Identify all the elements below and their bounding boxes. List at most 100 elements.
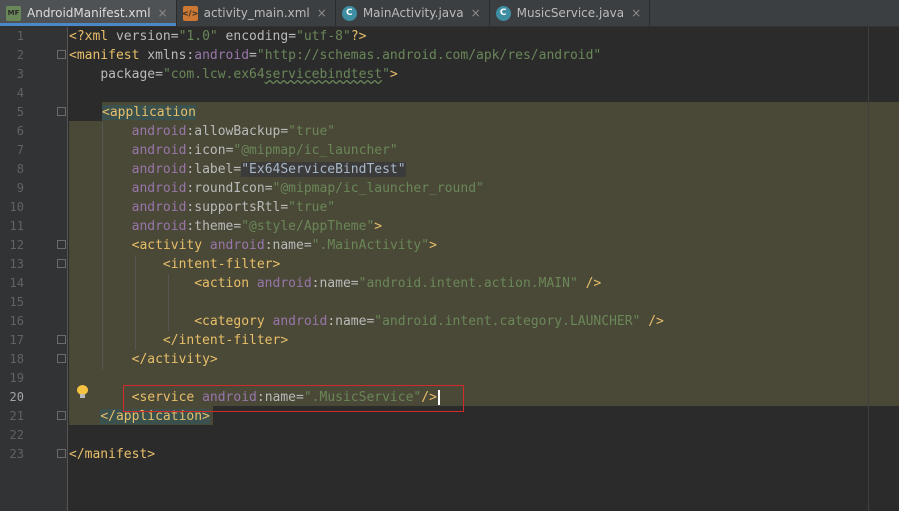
tag-close: > <box>389 67 398 82</box>
equals: = <box>303 238 312 253</box>
line-number: 7 <box>16 143 24 157</box>
fold-marker-icon[interactable] <box>57 335 66 344</box>
value-supports-rtl: "true" <box>288 200 336 215</box>
tag-self-close: /> <box>577 276 602 291</box>
value-theme: "@style/AppTheme" <box>241 219 375 234</box>
tab-label: MainActivity.java <box>362 6 464 20</box>
tag-close: > <box>374 219 383 234</box>
equals: = <box>288 29 297 44</box>
layout-file-icon: </> <box>182 5 198 21</box>
attr-round-icon: roundIcon <box>194 181 265 196</box>
equals: = <box>350 276 359 291</box>
line-number: 16 <box>9 314 24 328</box>
attr-name: name <box>272 238 304 253</box>
tag-self-close: /> <box>640 314 664 329</box>
value-category-launcher: "android.intent.category.LAUNCHER" <box>374 314 641 329</box>
line-number: 14 <box>9 276 24 290</box>
attr-label: label <box>194 162 234 177</box>
line-number: 8 <box>16 162 24 176</box>
code-line-18: </activity> <box>69 350 218 369</box>
code-line-13: <intent-filter> <box>69 255 280 274</box>
value-activity-name: ".MainActivity" <box>311 238 430 253</box>
category-tag: <category <box>194 314 265 329</box>
line-number: 12 <box>9 238 24 252</box>
code-line-6: android:allowBackup="true" <box>69 122 336 141</box>
line-number: 19 <box>9 371 24 385</box>
colon: : <box>264 238 273 253</box>
manifest-open-tag: <manifest <box>69 48 140 63</box>
value-round-icon: "@mipmap/ic_launcher_round" <box>272 181 484 196</box>
tab-activity-main[interactable]: </> activity_main.xml × <box>177 0 336 26</box>
tab-label: MusicService.java <box>516 6 625 20</box>
line-number-gutter[interactable]: 1 2 3 4 5 6 7 8 9 10 11 12 13 14 15 16 1… <box>0 27 68 511</box>
code-line-23: </manifest> <box>69 445 155 464</box>
line-number: 4 <box>16 86 24 100</box>
manifest-close-tag: </manifest> <box>69 447 156 462</box>
code-line-2: <manifest xmlns:android="http://schemas.… <box>69 46 601 65</box>
fold-marker-icon[interactable] <box>57 259 66 268</box>
tab-music-service[interactable]: C MusicService.java × <box>490 0 651 26</box>
fold-marker-icon[interactable] <box>57 411 66 420</box>
line-number: 11 <box>9 219 24 233</box>
value-package-end: " <box>382 67 390 82</box>
code-editor[interactable]: 1 2 3 4 5 6 7 8 9 10 11 12 13 14 15 16 1… <box>0 27 899 511</box>
line-number: 6 <box>16 124 24 138</box>
activity-open-tag: <activity <box>131 238 203 253</box>
close-icon[interactable]: × <box>471 6 481 20</box>
fold-marker-icon[interactable] <box>57 107 66 116</box>
fold-marker-icon[interactable] <box>57 449 66 458</box>
attr-version: version <box>108 29 171 44</box>
line-number: 22 <box>9 428 24 442</box>
tab-label: activity_main.xml <box>203 6 310 20</box>
fold-marker-icon[interactable] <box>57 240 66 249</box>
line-number: 15 <box>9 295 24 309</box>
code-line-3: package="com.lcw.ex64servicebindtest"> <box>69 65 398 84</box>
value-package: "com.lcw.ex64 <box>162 67 265 82</box>
code-line-17: </intent-filter> <box>69 331 288 350</box>
code-line-5: <application <box>102 103 196 122</box>
code-line-14: <action android:name="android.intent.act… <box>69 274 601 293</box>
annotation-highlight-box <box>123 385 464 412</box>
line-number: 13 <box>9 257 24 271</box>
tab-main-activity[interactable]: C MainActivity.java × <box>336 0 490 26</box>
java-class-icon: C <box>341 5 357 21</box>
equals: = <box>264 181 273 196</box>
value-label-resolved: "Ex64ServiceBindTest" <box>241 162 406 177</box>
namespace-android: android <box>131 200 187 215</box>
application-block-highlight <box>102 102 899 121</box>
code-line-12: <activity android:name=".MainActivity"> <box>69 236 437 255</box>
namespace-android: android <box>131 162 187 177</box>
line-number: 2 <box>16 48 24 62</box>
java-class-icon: C <box>495 5 511 21</box>
close-icon[interactable]: × <box>317 6 327 20</box>
xml-decl-open: <?xml <box>69 29 109 44</box>
line-number: 18 <box>9 352 24 366</box>
equals: = <box>170 29 179 44</box>
tab-label: AndroidManifest.xml <box>27 6 151 20</box>
value-xmlns: "http://schemas.android.com/apk/res/andr… <box>256 48 602 63</box>
line-number: 9 <box>16 181 24 195</box>
equals: = <box>280 200 289 215</box>
namespace-android: android <box>249 276 312 291</box>
value-encoding: "utf-8" <box>296 29 351 44</box>
line-number: 21 <box>9 409 24 423</box>
tag-close: > <box>429 238 437 253</box>
attr-theme: theme <box>194 219 234 234</box>
code-line-11: android:theme="@style/AppTheme"> <box>69 217 382 236</box>
namespace-android: android <box>131 219 187 234</box>
line-number: 23 <box>9 447 24 461</box>
close-icon[interactable]: × <box>631 6 641 20</box>
attr-encoding: encoding <box>217 29 289 44</box>
value-icon: "@mipmap/ic_launcher" <box>233 143 398 158</box>
intent-filter-close-tag: </intent-filter> <box>162 333 289 348</box>
namespace-android: android <box>131 181 187 196</box>
tab-android-manifest[interactable]: MF AndroidManifest.xml × <box>0 0 177 26</box>
namespace-android: android <box>131 124 187 139</box>
code-line-7: android:icon="@mipmap/ic_launcher" <box>69 141 398 160</box>
fold-marker-icon[interactable] <box>57 50 66 59</box>
attr-name: name <box>319 276 351 291</box>
fold-marker-icon[interactable] <box>57 354 66 363</box>
colon: : <box>327 314 336 329</box>
close-icon[interactable]: × <box>158 6 168 20</box>
application-open-tag: <application <box>102 105 196 120</box>
